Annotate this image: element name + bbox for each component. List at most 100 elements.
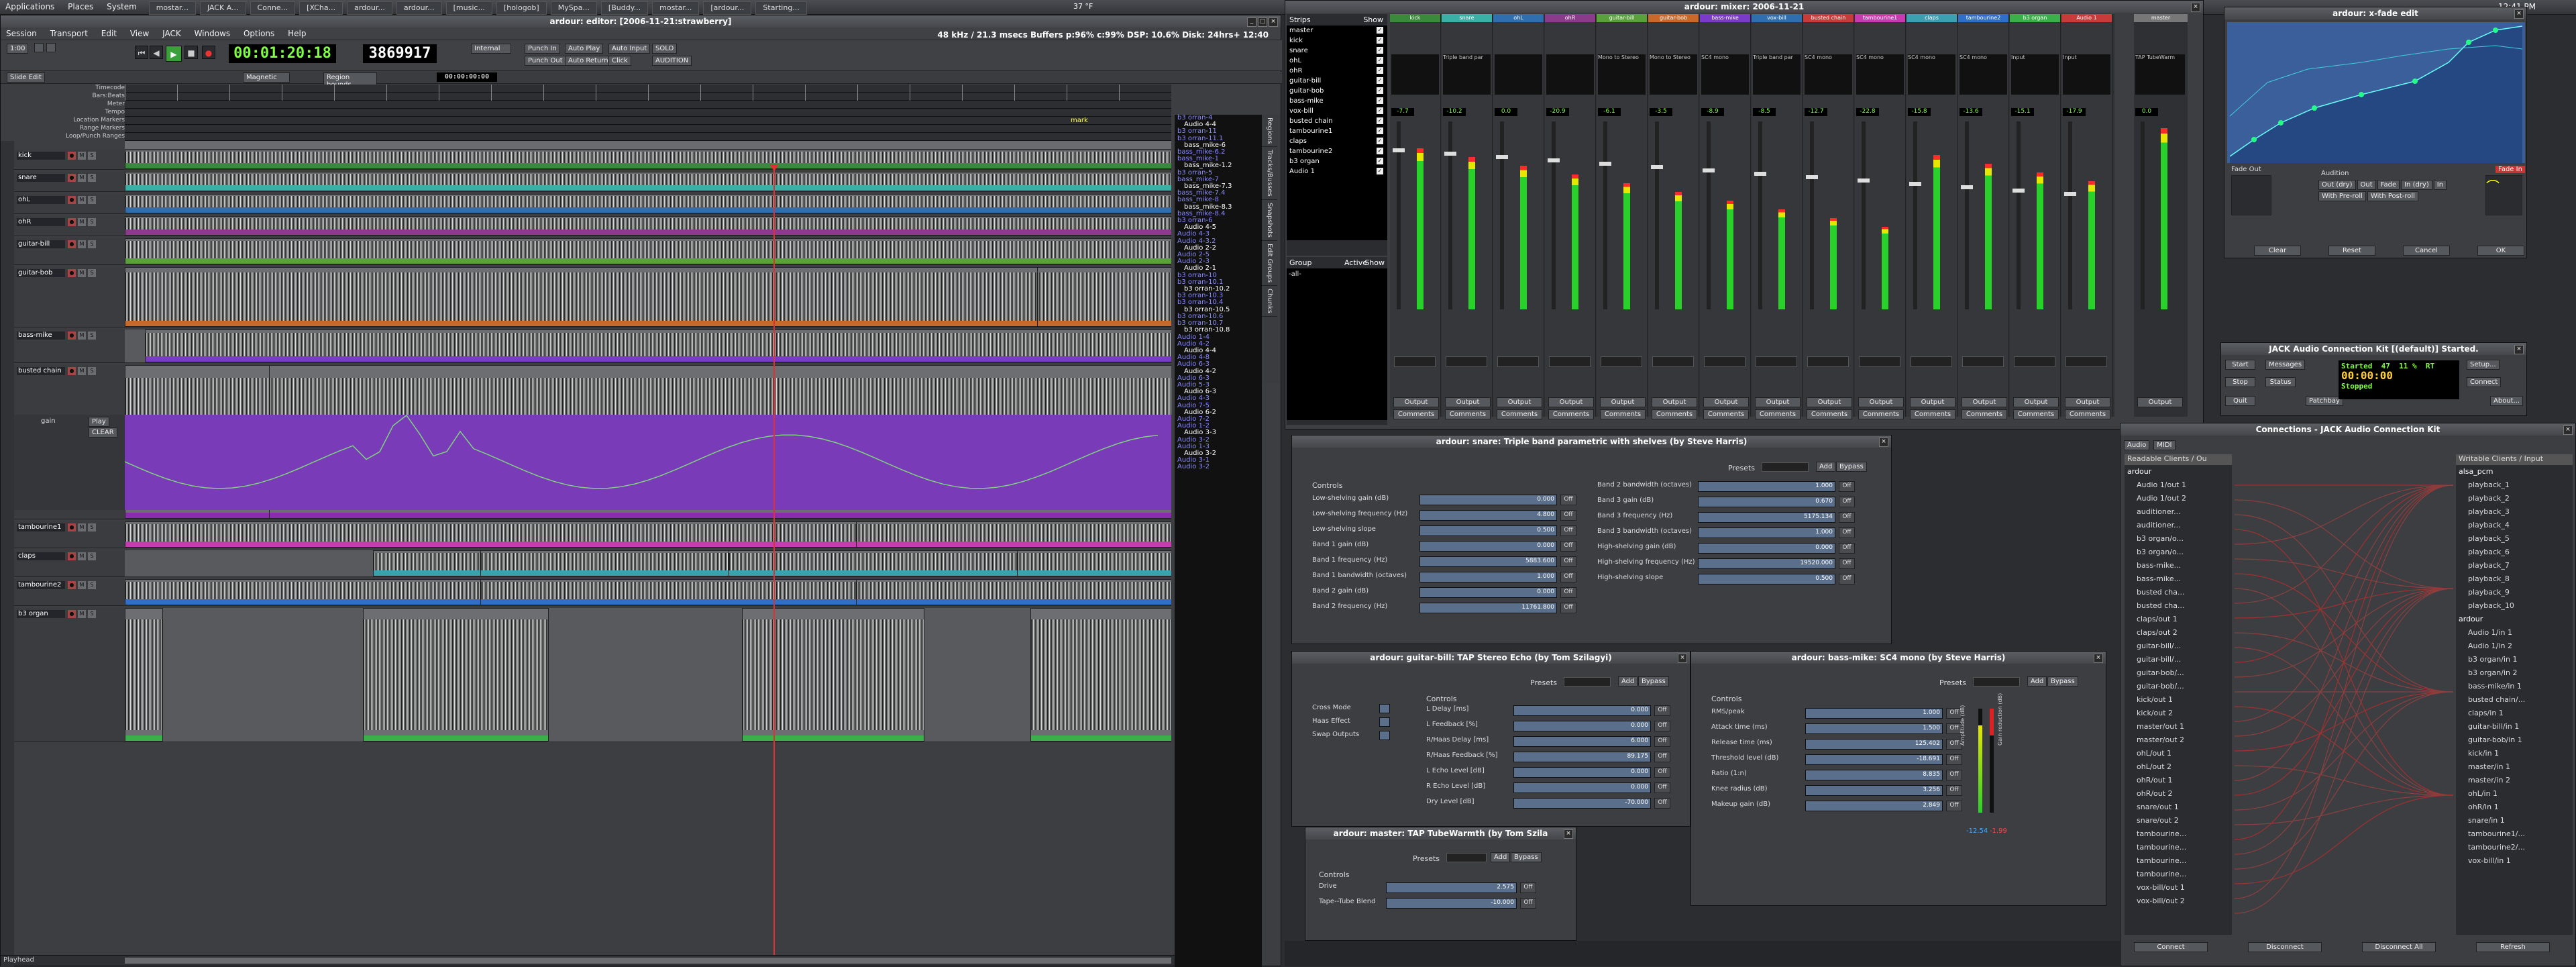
output-button[interactable]: Output: [1962, 397, 2007, 407]
echo-toggle[interactable]: [1379, 717, 1390, 727]
close-icon[interactable]: ×: [1879, 438, 1888, 447]
param-off-button[interactable]: Off: [1654, 767, 1670, 778]
writable-clients-list[interactable]: alsa_pcm playback_1 playback_2 playback_3 pl…: [2456, 465, 2573, 935]
comments-button[interactable]: Comments: [1910, 409, 1955, 419]
editor-side-tab[interactable]: Chunks: [1262, 286, 1277, 317]
port-node[interactable]: master/in 2: [2456, 774, 2573, 787]
port-node[interactable]: playback_8: [2456, 572, 2573, 586]
rec-button[interactable]: ●: [68, 367, 76, 375]
port-node[interactable]: snare/out 1: [2125, 801, 2232, 814]
gain-fader[interactable]: [1810, 121, 1814, 309]
record-icon[interactable]: ●: [202, 46, 215, 59]
strip-name-button[interactable]: guitar-bill: [1597, 14, 1647, 22]
param-slider[interactable]: 0.000: [1513, 782, 1651, 793]
strip-list-item[interactable]: ohL ✓: [1287, 56, 1387, 66]
param-off-button[interactable]: Off: [1560, 541, 1576, 552]
menu-edit[interactable]: Edit: [96, 28, 122, 40]
strip-list-item[interactable]: guitar-bob ✓: [1287, 86, 1387, 96]
strip-list-item[interactable]: busted chain ✓: [1287, 116, 1387, 126]
region-list-item[interactable]: b3 orran-10.8: [1177, 327, 1262, 334]
panner[interactable]: [2065, 356, 2107, 367]
output-button[interactable]: Output: [1393, 397, 1439, 407]
close-icon[interactable]: ×: [1564, 829, 1573, 839]
gain-fader[interactable]: [2068, 121, 2072, 309]
panner[interactable]: [1394, 356, 1436, 367]
track-header[interactable]: guitar-bob ● M S: [14, 267, 125, 327]
menu-session[interactable]: Session: [1, 28, 42, 40]
solo-button[interactable]: S: [88, 552, 96, 560]
track-lane[interactable]: [125, 216, 1171, 236]
sync-selector[interactable]: Internal: [471, 44, 511, 54]
connections-disconnect-button[interactable]: Disconnect: [2248, 942, 2322, 952]
ruler-1[interactable]: [125, 93, 1171, 101]
comments-button[interactable]: Comments: [1445, 409, 1491, 419]
track-name[interactable]: guitar-bob: [17, 269, 65, 277]
track-header[interactable]: claps ● M S: [14, 550, 125, 577]
gain-display[interactable]: -12.7: [1805, 108, 1827, 116]
strip-name-button[interactable]: master: [2134, 14, 2188, 22]
port-node[interactable]: vox-bill/out 2: [2125, 895, 2232, 908]
param-slider[interactable]: -10.000: [1386, 898, 1517, 909]
audio-region[interactable]: [742, 608, 924, 742]
port-node[interactable]: playback_9: [2456, 586, 2573, 599]
output-button[interactable]: Output: [1445, 397, 1491, 407]
track-header[interactable]: ohL ● M S: [14, 194, 125, 214]
preset-selector[interactable]: [1762, 462, 1809, 472]
port-node[interactable]: vox-bill/out 1: [2125, 881, 2232, 895]
audio-region[interactable]: [125, 267, 1038, 327]
editor-side-tab[interactable]: Regions: [1262, 115, 1277, 148]
editor-hscroll[interactable]: Playhead: [1, 955, 1175, 966]
port-node[interactable]: tambourine...: [2125, 841, 2232, 854]
param-off-button[interactable]: Off: [1654, 736, 1670, 747]
plugin-box[interactable]: TAP TubeWarm: [2135, 54, 2185, 95]
taskbar-button[interactable]: ardour...: [347, 1, 392, 15]
audio-region[interactable]: [480, 579, 857, 605]
port-node[interactable]: guitar-bill/...: [2125, 653, 2232, 666]
param-off-button[interactable]: Off: [1839, 527, 1855, 538]
qjackctl-connect-button[interactable]: Connect: [2467, 377, 2502, 387]
port-node[interactable]: busted cha...: [2125, 599, 2232, 613]
fader-knob[interactable]: [1599, 162, 1611, 166]
strip-name-button[interactable]: ohR: [1545, 14, 1595, 22]
play-icon[interactable]: ▶: [166, 46, 182, 62]
port-node[interactable]: kick/in 1: [2456, 747, 2573, 760]
ruler-5[interactable]: [125, 125, 1171, 133]
param-slider[interactable]: -70.000: [1513, 798, 1651, 809]
editor-side-tab[interactable]: Snapshots: [1262, 200, 1277, 242]
panel-menu-system[interactable]: System: [101, 0, 142, 13]
panner[interactable]: [1601, 356, 1642, 367]
output-button[interactable]: Output: [1807, 397, 1852, 407]
panner[interactable]: [1497, 356, 1539, 367]
strip-list-item[interactable]: master ✓: [1287, 26, 1387, 36]
plugin-box[interactable]: SC4 mono: [1908, 54, 1955, 95]
auto-play-button[interactable]: Auto Play: [565, 44, 604, 54]
gain-display[interactable]: -22.8: [1856, 108, 1879, 116]
strip-list-item[interactable]: tambourine2 ✓: [1287, 146, 1387, 156]
comments-button[interactable]: Comments: [1703, 409, 1749, 419]
track-lane[interactable]: [125, 329, 1171, 363]
audio-region[interactable]: [1030, 608, 1171, 742]
group-list[interactable]: -all-: [1287, 268, 1387, 420]
mute-button[interactable]: M: [78, 269, 86, 277]
strip-name-button[interactable]: kick: [1390, 14, 1440, 22]
port-node[interactable]: playback_2: [2456, 492, 2573, 505]
port-node[interactable]: playback_7: [2456, 559, 2573, 572]
strip-name-button[interactable]: tambourine2: [1958, 14, 2008, 22]
show-checkbox[interactable]: ✓: [1377, 27, 1383, 34]
fader-knob[interactable]: [1754, 172, 1766, 176]
fader-knob[interactable]: [1548, 158, 1560, 162]
preset-selector[interactable]: [1446, 853, 1487, 862]
ruler-4[interactable]: markmark: [125, 117, 1205, 125]
solo-button[interactable]: S: [88, 152, 96, 160]
strip-list-item[interactable]: kick ✓: [1287, 36, 1387, 46]
tab-audio[interactable]: Audio: [2124, 440, 2150, 450]
track-lane[interactable]: [125, 267, 1171, 327]
param-off-button[interactable]: Off: [1839, 543, 1855, 554]
param-slider[interactable]: 0.500: [1698, 574, 1835, 584]
param-off-button[interactable]: Off: [1560, 587, 1576, 598]
panner[interactable]: [1859, 356, 1900, 367]
param-slider[interactable]: 0.000: [1419, 495, 1557, 505]
param-slider[interactable]: 1.000: [1805, 708, 1943, 719]
audio-region[interactable]: [373, 550, 482, 576]
param-slider[interactable]: 1.000: [1698, 481, 1835, 492]
